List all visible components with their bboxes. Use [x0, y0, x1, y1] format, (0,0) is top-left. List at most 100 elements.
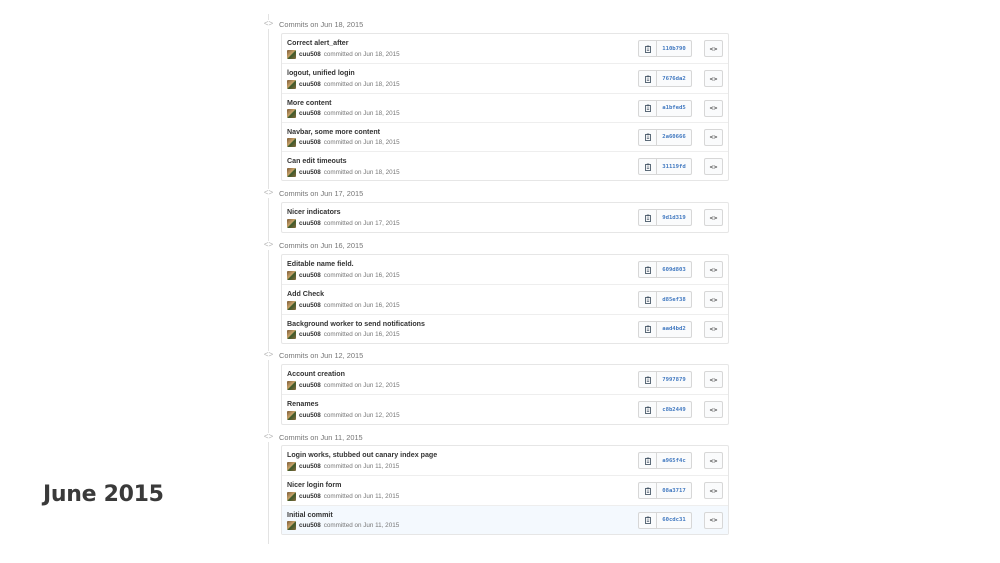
- commit-sha-link[interactable]: aad4bd2: [657, 322, 691, 337]
- commit-sha-link[interactable]: 2a60666: [657, 130, 691, 145]
- avatar[interactable]: [287, 300, 296, 310]
- commit-message-link[interactable]: Initial commit: [287, 511, 333, 519]
- day-label: Commits on Jun 18, 2015: [279, 19, 364, 29]
- clipboard-icon[interactable]: [639, 512, 657, 528]
- author-link[interactable]: cuu508: [299, 81, 321, 88]
- commit-row: Can edit timeouts cuu508 committed on Jun …: [282, 151, 728, 180]
- commit-sha-link[interactable]: c8b2449: [657, 402, 691, 417]
- code-icon[interactable]: <>: [704, 371, 723, 388]
- commit-sha-link[interactable]: a965f4c: [657, 453, 691, 468]
- author-link[interactable]: cuu508: [299, 412, 321, 419]
- author-link[interactable]: cuu508: [299, 382, 321, 389]
- author-link[interactable]: cuu508: [299, 51, 321, 58]
- code-icon[interactable]: <>: [704, 70, 723, 88]
- commit-message-link[interactable]: Nicer login form: [287, 481, 341, 489]
- code-icon[interactable]: <>: [704, 511, 723, 529]
- author-link[interactable]: cuu508: [299, 463, 321, 470]
- commit-sha-link[interactable]: a1bfed5: [657, 101, 691, 116]
- commit-sha-link[interactable]: 110b790: [657, 41, 691, 56]
- clipboard-icon[interactable]: [639, 483, 657, 499]
- author-link[interactable]: cuu508: [299, 331, 321, 338]
- clipboard-icon[interactable]: [639, 402, 657, 418]
- commit-date: committed on Jun 18, 2015: [323, 110, 400, 118]
- commit-message-link[interactable]: Editable name field.: [287, 260, 354, 268]
- author-link[interactable]: cuu508: [299, 522, 321, 529]
- avatar[interactable]: [287, 218, 296, 228]
- clipboard-icon[interactable]: [639, 159, 657, 175]
- clipboard-icon[interactable]: [639, 321, 657, 337]
- commit-sha-link[interactable]: 7676da2: [657, 71, 691, 86]
- commit-message-link[interactable]: More content: [287, 99, 332, 107]
- author-link[interactable]: cuu508: [299, 220, 321, 227]
- clipboard-icon[interactable]: [639, 41, 657, 56]
- code-icon[interactable]: <>: [704, 209, 723, 226]
- commit-sha-link[interactable]: 60cdc31: [657, 513, 691, 528]
- commit-message-link[interactable]: Renames: [287, 400, 319, 408]
- code-icon[interactable]: <>: [704, 158, 723, 176]
- avatar[interactable]: [287, 380, 296, 390]
- author-link[interactable]: cuu508: [299, 110, 321, 117]
- avatar[interactable]: [287, 79, 296, 89]
- avatar[interactable]: [287, 167, 296, 177]
- commit-sha-link[interactable]: d85ef38: [657, 292, 691, 307]
- sha-button-group: 9d1d319: [638, 209, 692, 226]
- commit-message-link[interactable]: Add Check: [287, 290, 324, 298]
- commit-meta: cuu508 committed on Jun 18, 2015: [287, 167, 400, 177]
- commit-message-link[interactable]: Correct alert_after: [287, 39, 349, 47]
- code-icon[interactable]: <>: [704, 99, 723, 117]
- commit-meta: cuu508 committed on Jun 18, 2015: [287, 79, 400, 89]
- code-icon[interactable]: <>: [704, 40, 723, 57]
- commit-row: Renames cuu508 committed on Jun 12, 2015 c8…: [282, 394, 728, 423]
- commit-message-link[interactable]: Can edit timeouts: [287, 157, 347, 165]
- author-link[interactable]: cuu508: [299, 302, 321, 309]
- avatar[interactable]: [287, 491, 296, 501]
- clipboard-icon[interactable]: [639, 71, 657, 87]
- clipboard-icon[interactable]: [639, 292, 657, 308]
- avatar[interactable]: [287, 410, 296, 420]
- avatar[interactable]: [287, 461, 296, 471]
- avatar[interactable]: [287, 138, 296, 148]
- author-link[interactable]: cuu508: [299, 139, 321, 146]
- clipboard-icon[interactable]: [639, 210, 657, 225]
- author-link[interactable]: cuu508: [299, 272, 321, 279]
- commit-sha-link[interactable]: 9d1d319: [657, 210, 691, 225]
- author-link[interactable]: cuu508: [299, 169, 321, 176]
- commit-message-link[interactable]: Navbar, some more content: [287, 128, 380, 136]
- commit-row: More content cuu508 committed on Jun 18, 2…: [282, 92, 728, 122]
- avatar[interactable]: [287, 521, 296, 531]
- avatar[interactable]: [287, 330, 296, 340]
- commit-sha-link[interactable]: 08a3717: [657, 483, 691, 498]
- avatar[interactable]: [287, 49, 296, 59]
- sha-button-group: 7997879: [638, 371, 692, 388]
- code-icon[interactable]: <>: [704, 320, 723, 338]
- commit-sha-link[interactable]: 7997879: [657, 372, 691, 387]
- code-icon[interactable]: <>: [704, 401, 723, 419]
- commit-sha-link[interactable]: 31119fd: [657, 159, 691, 174]
- clipboard-icon[interactable]: [639, 262, 657, 277]
- clipboard-icon[interactable]: [639, 372, 657, 387]
- commit-message-link[interactable]: Account creation: [287, 370, 345, 378]
- commit-meta: cuu508 committed on Jun 12, 2015: [287, 380, 400, 390]
- avatar[interactable]: [287, 109, 296, 119]
- author-link[interactable]: cuu508: [299, 493, 321, 500]
- commit-message-link[interactable]: Background worker to send notifications: [287, 320, 425, 328]
- commit-message-link[interactable]: Login works, stubbed out canary index pa…: [287, 451, 437, 459]
- avatar[interactable]: [287, 270, 296, 280]
- commit-meta: cuu508 committed on Jun 11, 2015: [287, 491, 399, 501]
- code-icon[interactable]: <>: [704, 291, 723, 309]
- commit-sha-link[interactable]: 609d803: [657, 262, 691, 277]
- code-icon[interactable]: <>: [704, 452, 723, 469]
- clipboard-icon[interactable]: [639, 129, 657, 145]
- commit-message-link[interactable]: Nicer indicators: [287, 208, 341, 216]
- sha-button-group: 08a3717: [638, 482, 692, 500]
- code-icon[interactable]: <>: [704, 482, 723, 500]
- commit-date: committed on Jun 16, 2015: [323, 331, 400, 339]
- clipboard-icon[interactable]: [639, 100, 657, 116]
- commit-row: Correct alert_after cuu508 committed on Ju…: [282, 34, 728, 63]
- code-icon[interactable]: <>: [704, 261, 723, 278]
- code-icon[interactable]: <>: [704, 128, 723, 146]
- day-label: Commits on Jun 17, 2015: [279, 188, 364, 198]
- commit-message-link[interactable]: logout, unified login: [287, 69, 355, 77]
- commit-date: committed on Jun 18, 2015: [323, 50, 400, 58]
- clipboard-icon[interactable]: [639, 453, 657, 468]
